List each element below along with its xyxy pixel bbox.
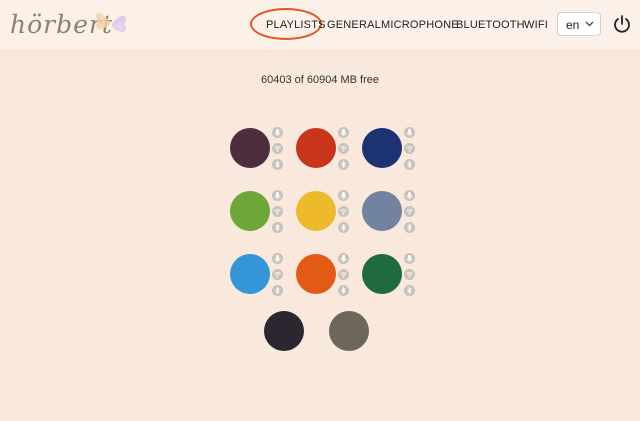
nav-microphone[interactable]: MICROPHONE [381,19,459,31]
nav-playlists[interactable]: PLAYLISTS [266,19,326,31]
bluetooth-icon[interactable] [272,285,283,296]
bluetooth-icon[interactable] [272,159,283,170]
microphone-icon[interactable] [272,253,283,264]
bluetooth-icon[interactable] [338,159,349,170]
hoerbert-logo[interactable]: hörbert [10,6,130,46]
power-icon[interactable] [612,14,632,34]
playlist-button-7[interactable] [230,254,270,294]
microphone-icon[interactable] [338,127,349,138]
bluetooth-icon[interactable] [404,222,415,233]
playlist-button-5[interactable] [296,191,336,231]
wifi-icon[interactable] [404,143,415,154]
bluetooth-icon[interactable] [272,222,283,233]
microphone-icon[interactable] [404,253,415,264]
language-select[interactable]: en [557,12,601,36]
playlist-button-11[interactable] [329,311,369,351]
microphone-icon[interactable] [272,190,283,201]
chevron-down-icon [585,21,594,27]
microphone-icon[interactable] [338,190,349,201]
top-bar: hörbert PLAYLISTS GENERAL MICROPHONE BLU… [0,0,640,51]
butterfly-icon [95,12,127,32]
microphone-icon[interactable] [338,253,349,264]
microphone-icon[interactable] [272,127,283,138]
nav-general[interactable]: GENERAL [327,19,381,31]
wifi-icon[interactable] [272,206,283,217]
wifi-icon[interactable] [404,206,415,217]
playlist-button-1[interactable] [230,128,270,168]
playlist-button-3[interactable] [362,128,402,168]
bluetooth-icon[interactable] [338,222,349,233]
playlist-button-4[interactable] [230,191,270,231]
playlist-button-10[interactable] [264,311,304,351]
bluetooth-icon[interactable] [338,285,349,296]
playlist-button-9[interactable] [362,254,402,294]
playlist-button-2[interactable] [296,128,336,168]
microphone-icon[interactable] [404,127,415,138]
wifi-icon[interactable] [338,269,349,280]
wifi-icon[interactable] [272,143,283,154]
bluetooth-icon[interactable] [404,159,415,170]
playlist-button-8[interactable] [296,254,336,294]
wifi-icon[interactable] [404,269,415,280]
wifi-icon[interactable] [272,269,283,280]
language-value: en [566,18,580,32]
wifi-icon[interactable] [338,206,349,217]
nav-wifi[interactable]: WIFI [524,19,548,31]
wifi-icon[interactable] [338,143,349,154]
nav-bluetooth[interactable]: BLUETOOTH [456,19,525,31]
microphone-icon[interactable] [404,190,415,201]
storage-status: 60403 of 60904 MB free [260,74,380,86]
bluetooth-icon[interactable] [404,285,415,296]
playlist-button-6[interactable] [362,191,402,231]
